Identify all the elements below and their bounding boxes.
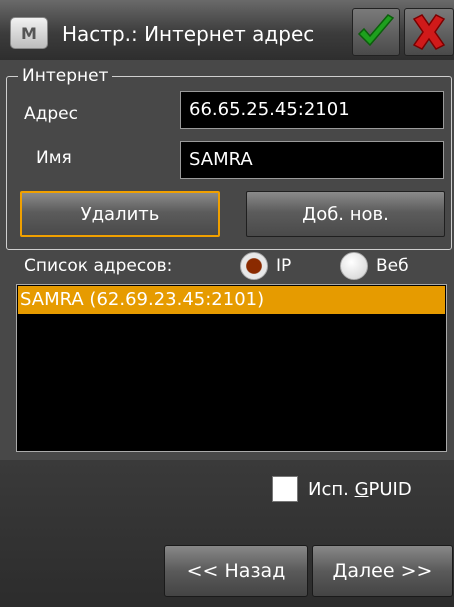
gpuid-label-prefix: Исп.: [308, 479, 355, 500]
address-list[interactable]: SAMRA (62.69.23.45:2101): [16, 284, 447, 452]
close-button[interactable]: [404, 8, 454, 56]
radio-web[interactable]: [340, 252, 368, 280]
radio-web-label: Веб: [376, 256, 409, 276]
close-icon: [412, 14, 446, 50]
delete-button[interactable]: Удалить: [20, 191, 220, 237]
name-field[interactable]: SAMRA: [180, 141, 444, 179]
name-label: Имя: [36, 148, 72, 168]
back-button[interactable]: << Назад: [164, 545, 308, 597]
gpuid-label-rest: PUID: [368, 479, 412, 500]
internet-group-legend: Интернет: [18, 64, 113, 88]
address-list-label: Список адресов:: [24, 256, 173, 276]
checkmark-icon: [357, 14, 395, 47]
title-bar: M Настр.: Интернет адрес: [0, 0, 454, 60]
next-button[interactable]: Далее >>: [312, 545, 453, 597]
radio-ip-label: IP: [276, 256, 292, 276]
app-icon[interactable]: M: [10, 17, 48, 49]
ok-button[interactable]: [352, 8, 400, 56]
radio-ip[interactable]: [240, 252, 268, 280]
window-title: Настр.: Интернет адрес: [62, 22, 315, 46]
app-icon-letter: M: [21, 23, 37, 43]
gpuid-label-mnemonic: G: [354, 479, 369, 500]
list-item[interactable]: SAMRA (62.69.23.45:2101): [18, 286, 445, 314]
gpuid-checkbox[interactable]: [272, 476, 298, 502]
address-field[interactable]: 66.65.25.45:2101: [180, 91, 444, 129]
address-label: Адрес: [24, 104, 78, 124]
add-new-button[interactable]: Доб. нов.: [246, 191, 445, 237]
gpuid-label: Исп. GPUID: [308, 478, 412, 502]
